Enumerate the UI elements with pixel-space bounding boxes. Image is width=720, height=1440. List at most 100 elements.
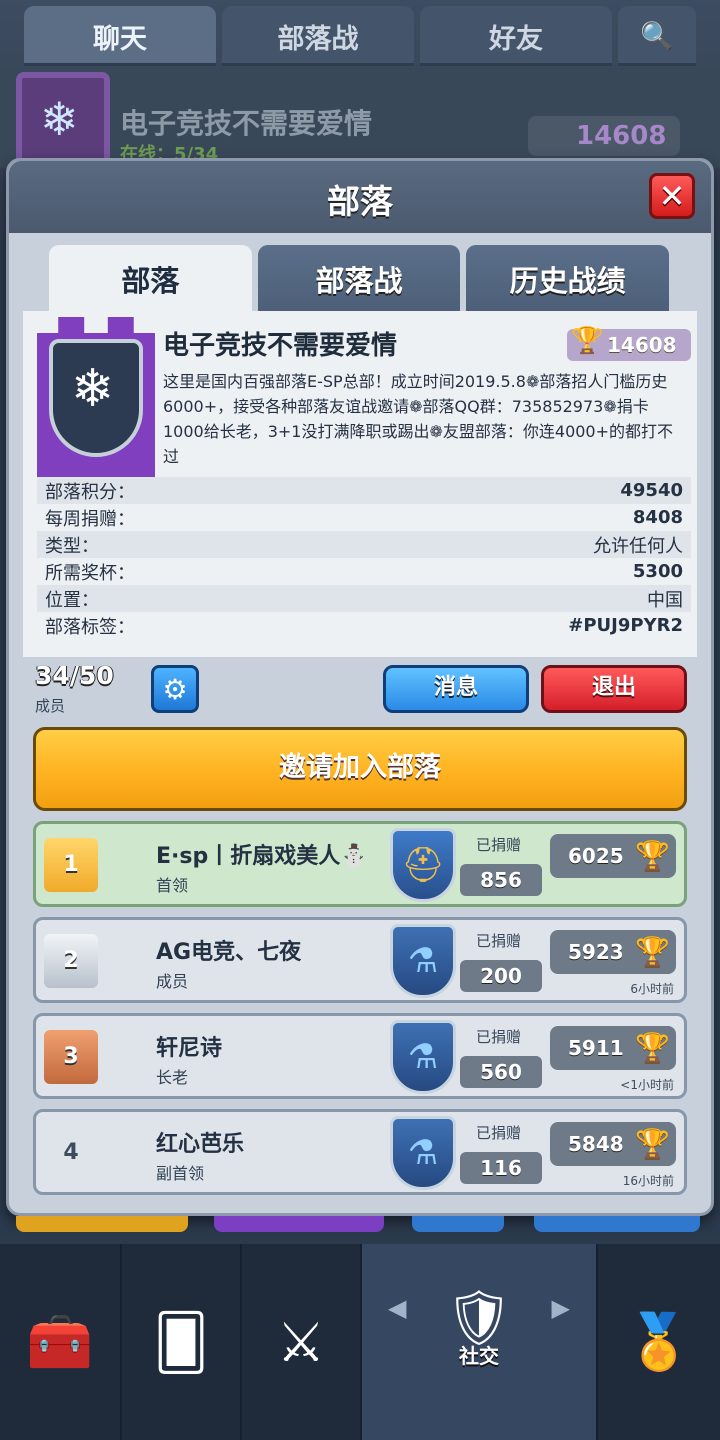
nav-shop[interactable]: 🧰: [0, 1244, 122, 1440]
stat-label: 所需奖杯：: [45, 562, 135, 584]
member-trophies: 6025 🏆: [550, 834, 676, 878]
member-role: 长老: [156, 1068, 189, 1087]
invite-button[interactable]: 邀请加入部落: [33, 727, 687, 811]
clan-trophies: 🏆 14608: [567, 326, 691, 361]
trophy-icon: 🏆: [571, 326, 604, 356]
stat-value: 49540: [620, 480, 683, 501]
member-trophies: 5848 🏆: [550, 1122, 676, 1166]
donation-label: 已捐赠: [476, 1028, 522, 1046]
chest-icon: 🧰: [26, 1310, 94, 1373]
stat-row: 所需奖杯： 5300: [37, 558, 691, 585]
stripe-blue: [412, 1216, 504, 1232]
last-seen: 6小时前: [630, 982, 674, 996]
donation-value: 560: [460, 1056, 542, 1088]
bottom-nav: 🧰 🂠 ⚔ ◀ 🛡 ▶ 社交 🏅: [0, 1244, 720, 1440]
rank-badge: 2: [44, 934, 98, 988]
clan-name: 电子竞技不需要爱情: [163, 331, 398, 361]
nav-social[interactable]: ◀ 🛡 ▶ 社交: [362, 1244, 598, 1440]
modal-header: 部落 ✕: [9, 161, 711, 233]
stat-value: 8408: [632, 507, 683, 528]
trophy-value: 5848: [568, 1132, 624, 1156]
cards-icon: 🂠: [153, 1310, 209, 1374]
tab-friends[interactable]: 好友: [420, 6, 612, 66]
nav-social-label: 社交: [459, 1344, 499, 1368]
donation-label: 已捐赠: [476, 836, 522, 854]
donation-value: 200: [460, 960, 542, 992]
trophy-icon: 🏆: [635, 839, 670, 872]
modal-tabs: 部落 部落战 历史战绩: [49, 245, 670, 313]
top-tab-bar: 聊天 部落战 好友 🔍: [0, 0, 720, 66]
member-row[interactable]: 3 轩尼诗 长老 ⚗ 已捐赠 560 5911 🏆 <1小时前: [33, 1013, 687, 1099]
quit-button[interactable]: 退出: [541, 665, 687, 713]
tab-war[interactable]: 部落战: [257, 245, 461, 313]
arena-bottle-icon: ⚗: [390, 1116, 456, 1190]
member-label: 成员: [35, 697, 66, 715]
clan-description: 这里是国内百强部落E-SP总部！成立时间2019.5.8❁部落招人门槛历史600…: [163, 372, 674, 466]
member-role: 首领: [156, 876, 189, 895]
message-button[interactable]: 消息: [383, 665, 529, 713]
trophy-value: 5911: [568, 1036, 624, 1060]
swords-icon: ⚔: [276, 1310, 326, 1374]
stat-value: 5300: [632, 561, 683, 582]
member-role: 成员: [156, 972, 189, 991]
stat-label: 部落标签：: [45, 616, 135, 638]
clan-header-behind: 电子竞技不需要爱情 在线：5/34 14608: [0, 68, 720, 182]
rank-badge: 1: [44, 838, 98, 892]
member-name: 红心芭乐: [156, 1132, 245, 1157]
search-icon[interactable]: 🔍: [618, 6, 696, 66]
member-row[interactable]: 1 E·sp丨折扇戏美人⛄ 首领 ⛑ 已捐赠 856 6025 🏆: [33, 821, 687, 907]
close-icon: ✕: [658, 177, 686, 215]
arena-bottle-icon: ⚗: [390, 924, 456, 998]
helmet-wreath-icon: 🏅: [625, 1310, 693, 1373]
member-list: 1 E·sp丨折扇戏美人⛄ 首领 ⛑ 已捐赠 856 6025 🏆 2 AG电竞、…: [33, 821, 687, 1205]
stat-label: 位置：: [45, 589, 99, 611]
stat-row: 类型： 允许任何人: [37, 531, 691, 558]
member-trophies: 5911 🏆: [550, 1026, 676, 1070]
settings-button[interactable]: ⚙: [151, 665, 199, 713]
close-button[interactable]: ✕: [649, 173, 695, 219]
clan-trophy-behind: 14608: [528, 116, 680, 156]
member-name: E·sp丨折扇戏美人⛄: [156, 844, 368, 869]
arrow-right-icon: ▶: [551, 1294, 570, 1322]
member-name: AG电竞、七夜: [156, 940, 302, 965]
arena-bottle-icon: ⚗: [390, 1020, 456, 1094]
trophy-icon: 🏆: [635, 1127, 670, 1160]
trophy-value: 6025: [568, 844, 624, 868]
clan-stats: 部落积分： 49540 每周捐赠： 8408 类型： 允许任何人 所需奖杯： 5300 …: [37, 477, 691, 639]
nav-cards[interactable]: 🂠: [122, 1244, 242, 1440]
member-role: 副首领: [156, 1164, 205, 1183]
stat-label: 部落积分：: [45, 481, 135, 503]
stat-label: 类型：: [45, 535, 99, 557]
member-row[interactable]: 4 红心芭乐 副首领 ⚗ 已捐赠 116 5848 🏆 16小时前: [33, 1109, 687, 1195]
clan-info-panel: 电子竞技不需要爱情 🏆 14608 这里是国内百强部落E-SP总部！成立时间20…: [23, 311, 697, 657]
clan-badge: [37, 317, 155, 477]
last-seen: 16小时前: [622, 1174, 674, 1188]
trophy-icon: 🏆: [635, 1031, 670, 1064]
stat-label: 每周捐赠：: [45, 508, 135, 530]
stat-row: 每周捐赠： 8408: [37, 504, 691, 531]
tab-clan-war[interactable]: 部落战: [222, 6, 414, 66]
stat-row: 部落积分： 49540: [37, 477, 691, 504]
snowflake-icon: [49, 339, 143, 457]
stat-value: 允许任何人: [593, 535, 683, 557]
tab-clan[interactable]: 部落: [49, 245, 252, 313]
rank-badge: 3: [44, 1030, 98, 1084]
nav-events[interactable]: 🏅: [598, 1244, 720, 1440]
donation-value: 856: [460, 864, 542, 896]
members-bar: 34/50 成员 ⚙ 消息 退出: [23, 661, 697, 721]
clan-modal: 部落 ✕ 部落 部落战 历史战绩 电子竞技不需要爱情 🏆 14608 这里是国内…: [6, 158, 714, 1216]
member-row[interactable]: 2 AG电竞、七夜 成员 ⚗ 已捐赠 200 5923 🏆 6小时前: [33, 917, 687, 1003]
member-name: 轩尼诗: [156, 1036, 223, 1061]
gear-icon: ⚙: [162, 672, 188, 706]
stat-value: #PUJ9PYR2: [568, 615, 683, 636]
stat-row: 部落标签： #PUJ9PYR2: [37, 612, 691, 639]
arena-helmet-icon: ⛑: [390, 828, 456, 902]
rank-badge: 4: [44, 1126, 98, 1180]
clan-trophy-value: 14608: [607, 333, 677, 357]
nav-battle[interactable]: ⚔: [242, 1244, 362, 1440]
donation-value: 116: [460, 1152, 542, 1184]
stripe-blue-2: [534, 1216, 700, 1232]
tab-history[interactable]: 历史战绩: [466, 245, 670, 313]
stripe-purple: [214, 1216, 384, 1232]
tab-chat[interactable]: 聊天: [24, 6, 216, 66]
